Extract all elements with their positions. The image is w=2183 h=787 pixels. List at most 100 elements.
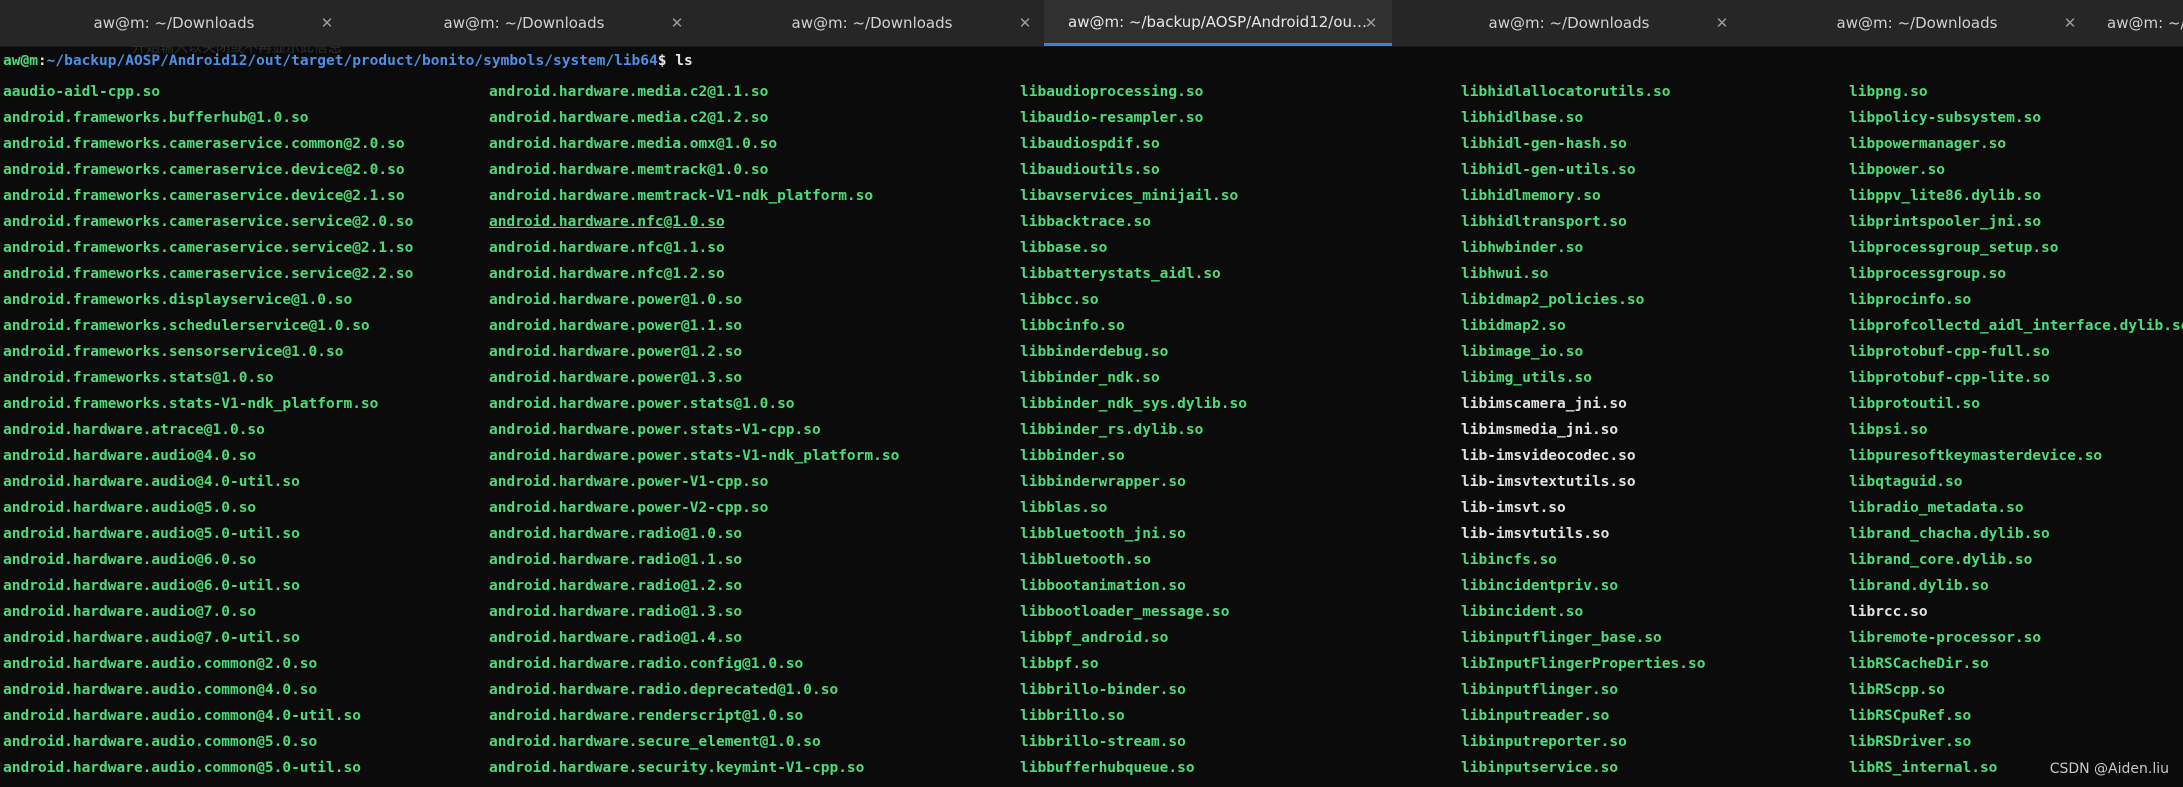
file-entry: android.hardware.radio@1.4.so	[489, 630, 743, 646]
tab-title: aw@m: ~/Downloads	[93, 14, 255, 32]
file-entry: libprotobuf-cpp-full.so	[1849, 344, 2050, 360]
file-entry: android.hardware.secure_element@1.0.so	[489, 734, 821, 750]
file-entry: libppv_lite86.dylib.so	[1849, 188, 2042, 204]
file-entry: libbufferhubqueue.so	[1020, 760, 1195, 776]
file-entry: android.hardware.media.c2@1.1.so	[489, 84, 769, 100]
listing-column-1: aaudio-aidl-cpp.so android.frameworks.buf…	[3, 79, 413, 781]
file-entry: android.hardware.security.keymint-V1-cpp…	[489, 760, 865, 776]
file-entry: android.frameworks.cameraservice.device@…	[3, 188, 405, 204]
file-entry: libRSDriver.so	[1849, 734, 1972, 750]
file-entry: libprintspooler_jni.so	[1849, 214, 2042, 230]
file-entry: android.hardware.memtrack-V1-ndk_platfor…	[489, 188, 874, 204]
file-entry: aaudio-aidl-cpp.so	[3, 84, 161, 100]
file-entry: android.hardware.radio@1.0.so	[489, 526, 743, 542]
tab-title: aw@m: ~/w	[2107, 14, 2183, 32]
file-entry: android.hardware.media.c2@1.2.so	[489, 110, 769, 126]
file-entry: libbinder_ndk.so	[1020, 370, 1160, 386]
file-entry: libimg_utils.so	[1461, 370, 1592, 386]
file-entry: libRScpp.so	[1849, 682, 1946, 698]
file-entry: android.hardware.radio.config@1.0.so	[489, 656, 804, 672]
close-icon[interactable]: ✕	[1362, 14, 1380, 32]
file-entry: librand.dylib.so	[1849, 578, 1989, 594]
file-entry: libpsi.so	[1849, 422, 1928, 438]
tab-2[interactable]: aw@m: ~/Downloads ✕	[350, 0, 698, 46]
file-entry: android.frameworks.schedulerservice@1.0.…	[3, 318, 370, 334]
file-entry: libbrillo-binder.so	[1020, 682, 1186, 698]
file-entry: libhidltransport.so	[1461, 214, 1627, 230]
file-entry: libbinderwrapper.so	[1020, 474, 1186, 490]
file-entry: libhidl-gen-utils.so	[1461, 162, 1636, 178]
file-entry: android.frameworks.stats-V1-ndk_platform…	[3, 396, 379, 412]
file-entry: libRSCpuRef.so	[1849, 708, 1972, 724]
file-entry: lib-imsvt.so	[1461, 500, 1566, 516]
close-icon[interactable]: ✕	[668, 14, 686, 32]
tab-bar: aw@m: ~/Downloads ✕ aw@m: ~/Downloads ✕ …	[0, 0, 2183, 47]
file-entry: libbacktrace.so	[1020, 214, 1151, 230]
file-entry: libRSCacheDir.so	[1849, 656, 1989, 672]
file-entry: libinputflinger_base.so	[1461, 630, 1662, 646]
file-entry: libbluetooth_jni.so	[1020, 526, 1186, 542]
file-entry: android.hardware.audio.common@5.0.so	[3, 734, 318, 750]
file-entry: android.hardware.power@1.2.so	[489, 344, 743, 360]
file-entry: android.hardware.power-V1-cpp.so	[489, 474, 769, 490]
tab-7[interactable]: aw@m: ~/w	[2091, 0, 2183, 46]
tab-title: aw@m: ~/Downloads	[791, 14, 953, 32]
file-entry: android.hardware.audio.common@2.0.so	[3, 656, 318, 672]
file-entry: android.hardware.radio@1.3.so	[489, 604, 743, 620]
file-entry: libavservices_minijail.so	[1020, 188, 1239, 204]
file-entry: android.frameworks.stats@1.0.so	[3, 370, 274, 386]
close-icon[interactable]: ✕	[2061, 14, 2079, 32]
file-entry: android.hardware.power-V2-cpp.so	[489, 500, 769, 516]
tab-title: aw@m: ~/Downloads	[443, 14, 605, 32]
file-entry: librcc.so	[1849, 604, 1928, 620]
close-icon[interactable]: ✕	[318, 14, 336, 32]
file-entry: libimage_io.so	[1461, 344, 1584, 360]
listing-column-2: android.hardware.media.c2@1.1.so android.…	[489, 79, 899, 781]
file-entry: android.hardware.radio@1.2.so	[489, 578, 743, 594]
file-entry: android.hardware.audio@5.0.so	[3, 500, 257, 516]
file-entry: libhidl-gen-hash.so	[1461, 136, 1627, 152]
file-entry: android.hardware.audio@6.0-util.so	[3, 578, 300, 594]
tab-4-active[interactable]: aw@m: ~/backup/AOSP/Android12/out/t... ✕	[1044, 0, 1392, 46]
file-entry: android.hardware.power.stats-V1-ndk_plat…	[489, 448, 900, 464]
tab-1[interactable]: aw@m: ~/Downloads ✕	[0, 0, 348, 46]
file-entry: android.frameworks.sensorservice@1.0.so	[3, 344, 344, 360]
file-entry: libinputflinger.so	[1461, 682, 1619, 698]
file-entry: libqtaguid.so	[1849, 474, 1963, 490]
file-entry: android.frameworks.cameraservice.service…	[3, 240, 414, 256]
file-entry: libremote-processor.so	[1849, 630, 2042, 646]
tab-6[interactable]: aw@m: ~/Downloads ✕	[1743, 0, 2091, 46]
tab-title: aw@m: ~/backup/AOSP/Android12/out/t...	[1068, 12, 1368, 31]
file-entry: libidmap2_policies.so	[1461, 292, 1645, 308]
tab-5[interactable]: aw@m: ~/Downloads ✕	[1395, 0, 1743, 46]
file-entry: libhidlallocatorutils.so	[1461, 84, 1671, 100]
file-entry: android.hardware.power@1.1.so	[489, 318, 743, 334]
file-entry: libbinderdebug.so	[1020, 344, 1169, 360]
close-icon[interactable]: ✕	[1713, 14, 1731, 32]
listing-column-3: libaudioprocessing.so libaudio-resampler.…	[1020, 79, 1247, 781]
file-entry: libidmap2.so	[1461, 318, 1566, 334]
listing-column-5: libpng.so libpolicy-subsystem.so libpowerm…	[1849, 79, 2183, 781]
close-icon[interactable]: ✕	[1016, 14, 1034, 32]
file-entry: libradio_metadata.so	[1849, 500, 2024, 516]
terminal-output[interactable]: 开始输入以关闭或不再显示此信息 ○ aw@m:~/backup/AOSP/And…	[0, 46, 2183, 787]
prompt-command: $ ls	[657, 53, 693, 69]
file-entry: android.hardware.audio.common@5.0-util.s…	[3, 760, 361, 776]
tab-3[interactable]: aw@m: ~/Downloads ✕	[698, 0, 1046, 46]
file-entry: android.hardware.nfc@1.1.so	[489, 240, 725, 256]
prompt-user: aw@m	[3, 53, 38, 69]
file-entry: libpowermanager.so	[1849, 136, 2007, 152]
file-entry: libinputreporter.so	[1461, 734, 1627, 750]
file-entry: libhwbinder.so	[1461, 240, 1584, 256]
file-entry: android.hardware.radio@1.1.so	[489, 552, 743, 568]
file-entry: android.frameworks.displayservice@1.0.so	[3, 292, 353, 308]
file-entry: android.hardware.atrace@1.0.so	[3, 422, 265, 438]
file-entry: android.hardware.audio@7.0-util.so	[3, 630, 300, 646]
file-entry: libbluetooth.so	[1020, 552, 1151, 568]
file-entry: libaudiospdif.so	[1020, 136, 1160, 152]
file-entry: libprocessgroup_setup.so	[1849, 240, 2059, 256]
tab-title: aw@m: ~/Downloads	[1836, 14, 1998, 32]
file-entry: android.frameworks.cameraservice.common@…	[3, 136, 405, 152]
file-entry: libpolicy-subsystem.so	[1849, 110, 2042, 126]
file-entry: libbatterystats_aidl.so	[1020, 266, 1221, 282]
